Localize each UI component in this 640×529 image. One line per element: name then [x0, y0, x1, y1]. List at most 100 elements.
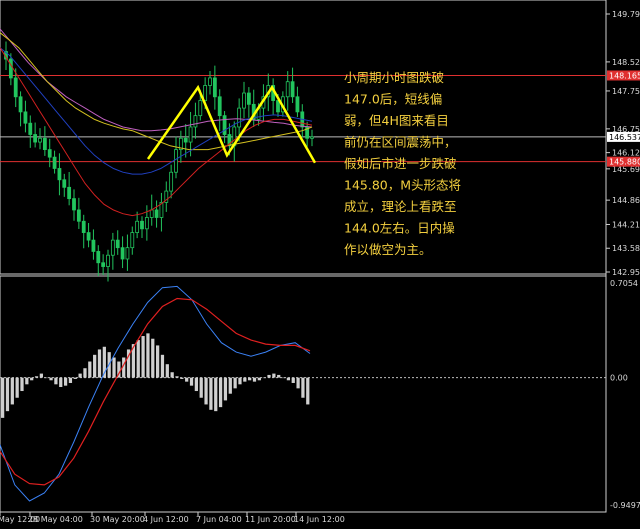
- macd-line: [0, 285, 311, 502]
- current-price-text: 146.537: [609, 133, 640, 142]
- histogram-bar: [306, 377, 310, 405]
- price-tick-label: 143.585: [612, 244, 640, 253]
- annotation-line: 作以做空为主。: [344, 242, 432, 257]
- histogram-bar: [189, 377, 194, 386]
- histogram-bar: [20, 377, 24, 392]
- histogram-bar: [277, 374, 281, 378]
- histogram-bar: [10, 377, 14, 405]
- chart-frame: [0, 0, 607, 513]
- histogram-bar: [214, 377, 218, 412]
- candle-body: [222, 115, 227, 135]
- histogram-bar: [59, 377, 63, 388]
- histogram-bar: [272, 373, 276, 378]
- candle-body: [212, 77, 217, 98]
- current-price-tag: 146.537: [607, 131, 640, 142]
- time-axis: May 12:0028 May 04:00 30 May 20:004 Jun 1…: [0, 512, 345, 524]
- price-tick-label: 144.860: [612, 196, 640, 205]
- histogram-bar: [204, 377, 208, 405]
- candle-body: [115, 239, 120, 249]
- price-tick-label: 144.215: [612, 220, 640, 229]
- price-tick-label: 149.795: [612, 10, 640, 19]
- histogram-bar: [165, 364, 169, 378]
- histogram-bar: [223, 377, 228, 401]
- candle-body: [242, 92, 246, 109]
- candle-body: [295, 96, 300, 113]
- candle-body: [23, 111, 28, 124]
- price-tick-label: 148.525: [612, 58, 640, 67]
- candle-body: [28, 122, 33, 135]
- histogram-bar: [30, 377, 34, 381]
- histogram-bar: [39, 373, 43, 378]
- annotation-line: 144.0左右。日内操: [344, 221, 455, 236]
- candle-body: [33, 134, 38, 143]
- candle-body: [174, 149, 178, 173]
- candle-body: [154, 209, 159, 218]
- candle-body: [149, 209, 154, 218]
- histogram-bar: [286, 377, 291, 381]
- histogram-bar: [170, 372, 174, 378]
- histogram-bar: [267, 374, 271, 378]
- candle-body: [183, 137, 188, 143]
- histogram-bar: [97, 349, 102, 378]
- candle-body: [18, 96, 23, 113]
- histogram-bar: [194, 377, 198, 392]
- time-tick-label: 14 Jun 12:00: [294, 515, 345, 524]
- candle-body: [130, 232, 135, 249]
- candle-body: [169, 171, 174, 192]
- candle-body: [246, 92, 251, 105]
- histogram-bar: [112, 357, 116, 378]
- annotation-line: 147.0后，短线偏: [344, 92, 442, 107]
- resistance-tag-text: 148.165: [609, 71, 640, 80]
- forex-chart: 149.795148.525147.755146.750146.120145.6…: [0, 0, 640, 524]
- annotation-line: 弱，但4H图来看目: [344, 113, 449, 128]
- time-tick-label: 28 May 04:00: [28, 515, 83, 524]
- support-tag: 145.880: [607, 156, 640, 167]
- histogram-bar: [25, 377, 29, 385]
- candle-body: [135, 220, 140, 233]
- histogram-bar: [83, 368, 87, 378]
- candle-body: [106, 254, 110, 267]
- candle-body: [120, 247, 125, 260]
- time-tick-label: 4 Jun 12:00: [143, 515, 189, 524]
- candle-body: [125, 247, 130, 260]
- histogram-bar: [296, 377, 300, 389]
- price-tick-label: 142.955: [612, 268, 640, 277]
- macd-histogram: [1, 333, 310, 418]
- histogram-bar: [257, 377, 261, 381]
- histogram-bar: [160, 354, 165, 378]
- time-tick-label: 7 Jun 04:00: [196, 515, 242, 524]
- histogram-bar: [88, 361, 92, 378]
- candle-body: [72, 198, 76, 211]
- annotation-line: 假如后市进一步跌破: [344, 156, 457, 171]
- annotation-line: 小周期小时图跌破: [344, 70, 444, 85]
- candle-body: [144, 217, 149, 230]
- candle-body: [198, 100, 203, 117]
- signal-line: [0, 297, 311, 486]
- histogram-bar: [228, 377, 232, 394]
- moving-averages: [0, 28, 313, 217]
- candle-body: [38, 137, 42, 143]
- candle-body: [81, 220, 86, 233]
- price-tick-label: 146.120: [612, 149, 640, 158]
- candle-body: [237, 107, 242, 128]
- candle-body: [76, 209, 81, 222]
- candle-body: [310, 136, 314, 139]
- histogram-bar: [15, 377, 19, 398]
- histogram-bar: [78, 373, 82, 378]
- histogram-bar: [44, 377, 48, 379]
- candle-body: [62, 179, 67, 188]
- candle-body: [203, 85, 208, 101]
- candle-body: [208, 77, 212, 86]
- histogram-bar: [151, 338, 155, 378]
- candle-body: [42, 137, 47, 151]
- candle-body: [13, 77, 18, 98]
- histogram-bar: [281, 377, 286, 379]
- candle-body: [193, 115, 198, 128]
- time-tick-label: 11 Jun 20:00: [245, 515, 296, 524]
- oscillator-axis: 0.7054 0.00 -0.9497: [610, 279, 640, 510]
- annotation-line: 成立，理论上看跌至: [344, 199, 457, 214]
- histogram-bar: [199, 377, 203, 398]
- candle-body: [57, 168, 62, 181]
- histogram-bar: [63, 377, 68, 386]
- oscillator-tick-label: -0.9497: [610, 501, 640, 510]
